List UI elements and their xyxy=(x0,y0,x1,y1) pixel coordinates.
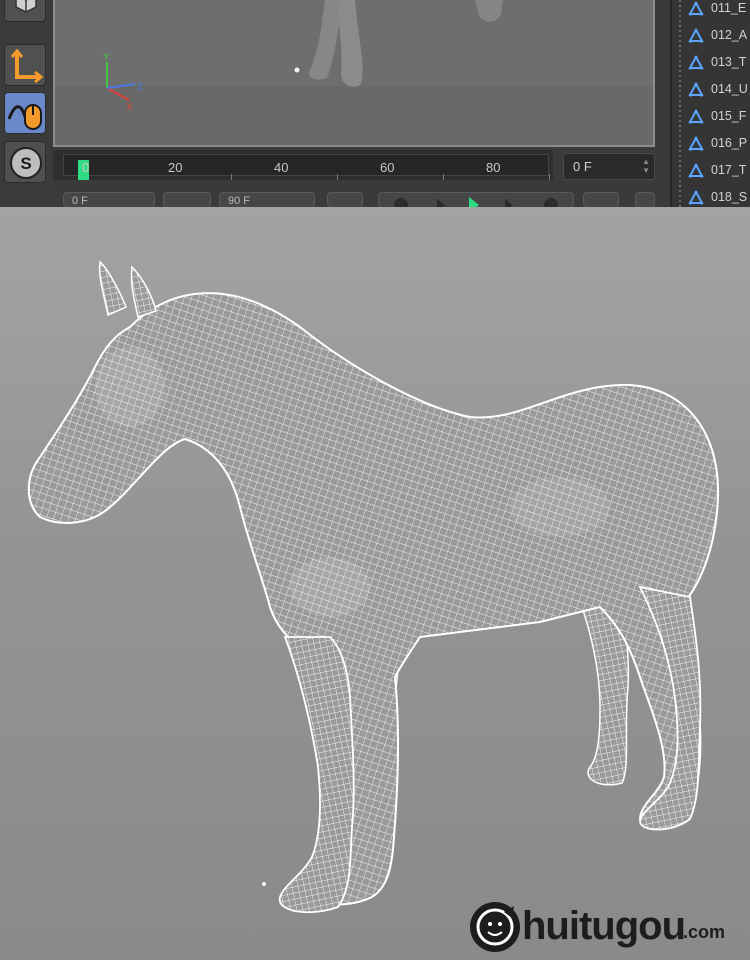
object-name: 013_T xyxy=(711,55,747,69)
stepper-arrows-icon[interactable]: ▲ ▼ xyxy=(642,157,650,175)
object-item[interactable]: 012_A xyxy=(684,25,750,47)
timeline-tick xyxy=(549,174,550,180)
object-name: 017_T xyxy=(711,163,747,177)
list-dotted-guide xyxy=(679,0,681,207)
left-toolbar: S xyxy=(0,0,50,207)
polygon-object-icon xyxy=(688,55,704,70)
timeline-track[interactable]: 0 20 40 60 80 xyxy=(63,154,550,180)
cube-tool-button[interactable] xyxy=(4,0,46,22)
go-to-end-button[interactable] xyxy=(583,192,619,208)
viewport-axis-gizmo: Y Z X xyxy=(103,52,143,113)
wireframe-render-view xyxy=(0,207,750,960)
axis-x-label: X xyxy=(126,102,133,113)
playback-controls: 0 F 90 F xyxy=(53,186,673,213)
axis-z-label: Z xyxy=(137,82,143,93)
cube-icon xyxy=(15,0,37,13)
mouse-tweak-icon xyxy=(7,104,42,130)
timeline-tick-label: 60 xyxy=(380,160,395,175)
timeline-tick xyxy=(337,174,338,180)
brand-name: huitugou xyxy=(522,904,686,948)
cinema4d-editor-strip: S Y Z X 0 20 40 60 80 0 F ▲ ▼ 0 F 90 F 0… xyxy=(0,0,750,213)
current-frame-field[interactable]: 0 F ▲ ▼ xyxy=(563,153,655,180)
timeline-tick xyxy=(443,174,444,180)
polygon-object-icon xyxy=(688,28,704,43)
polygon-object-icon xyxy=(688,1,704,16)
timeline-tick-label: 20 xyxy=(168,160,183,175)
horse-wireframe xyxy=(27,260,720,914)
go-to-start-button[interactable] xyxy=(327,192,363,208)
near-front-leg xyxy=(279,636,355,914)
axis-y-label: Y xyxy=(103,52,110,63)
object-name: 018_S xyxy=(711,190,748,204)
object-name: 016_P xyxy=(711,136,748,150)
mouse-tweak-button[interactable] xyxy=(4,92,46,134)
polygon-object-icon xyxy=(688,136,704,151)
current-frame-value: 0 F xyxy=(573,159,592,174)
object-name: 011_E xyxy=(711,1,747,15)
polygon-object-icon xyxy=(688,82,704,97)
horse-ear xyxy=(98,260,127,317)
end-frame-field[interactable]: 90 F xyxy=(219,192,315,208)
polygon-object-icon xyxy=(688,163,704,178)
object-item[interactable]: 016_P xyxy=(684,133,750,155)
object-item[interactable]: 018_S xyxy=(684,187,750,209)
snap-label: S xyxy=(20,154,31,173)
object-item[interactable]: 011_E xyxy=(684,0,750,20)
timeline-tick-label: 80 xyxy=(486,160,501,175)
start-frame-value: 0 F xyxy=(72,195,88,207)
object-name: 012_A xyxy=(711,28,748,42)
chuitugou-watermark: huitugou .com xyxy=(470,902,740,960)
transport-buttons[interactable] xyxy=(378,192,574,213)
snap-button[interactable]: S xyxy=(4,141,46,183)
loop-button[interactable] xyxy=(635,192,655,208)
timeline-ruler[interactable]: 0 20 40 60 80 xyxy=(53,150,553,180)
polygon-object-icon xyxy=(688,109,704,124)
editor-viewport[interactable]: Y Z X xyxy=(53,0,655,147)
object-item[interactable]: 017_T xyxy=(684,160,750,182)
horse-ear xyxy=(130,265,157,318)
axis-tool-button[interactable] xyxy=(4,44,46,86)
dog-logo-icon xyxy=(470,902,520,952)
object-name: 015_F xyxy=(711,109,747,123)
object-item[interactable]: 015_F xyxy=(684,106,750,128)
axis-tool-icon xyxy=(10,48,44,84)
polygon-object-icon xyxy=(688,190,704,205)
timeline-tick xyxy=(231,174,232,180)
object-manager-list: 011_E 012_A 013_T 014_U 015_F 016_P 017_… xyxy=(670,0,750,207)
end-frame-value: 90 F xyxy=(228,195,251,207)
range-slider[interactable] xyxy=(163,192,211,208)
brand-domain: .com xyxy=(683,922,726,942)
snap-icon: S xyxy=(10,147,42,179)
timeline-tick-label: 40 xyxy=(274,160,289,175)
object-name: 014_U xyxy=(711,82,748,96)
timeline-tick-label: 0 xyxy=(82,160,90,175)
start-frame-field[interactable]: 0 F xyxy=(63,192,155,208)
object-item[interactable]: 013_T xyxy=(684,52,750,74)
object-item[interactable]: 014_U xyxy=(684,79,750,101)
